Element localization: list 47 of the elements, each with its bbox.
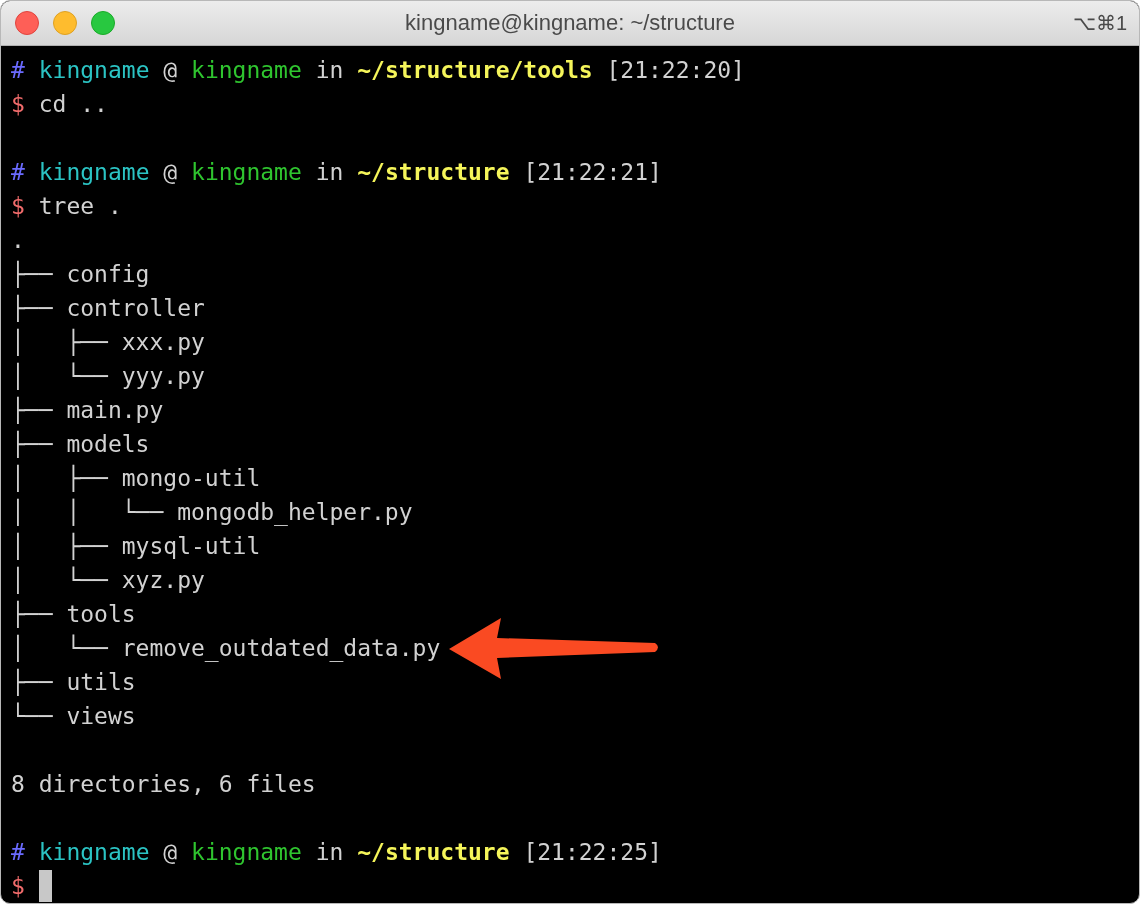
timestamp-text: [21:22:25]	[523, 838, 662, 867]
output-line: │ └── remove_outdated_data.py	[11, 633, 441, 664]
timestamp-text: [21:22:20]	[606, 56, 745, 85]
output-line: ├── utils	[11, 667, 136, 698]
hostname-text: kingname	[191, 56, 302, 85]
at-sign: @	[163, 56, 178, 85]
timestamp-text: [21:22:21]	[523, 158, 662, 187]
output-line: ├── models	[11, 429, 150, 460]
window-title: kingname@kingname: ~/structure	[405, 10, 735, 36]
output-line: ├── main.py	[11, 395, 164, 426]
output-line: │ └── xyz.py	[11, 565, 205, 596]
output-line: │ ├── xxx.py	[11, 327, 205, 358]
output-line: │ ├── mongo-util	[11, 463, 261, 494]
minimize-button[interactable]	[53, 11, 77, 35]
in-text: in	[315, 838, 344, 867]
command-text: tree .	[38, 192, 122, 221]
output-line: │ ├── mysql-util	[11, 531, 261, 562]
output-line: .	[11, 226, 25, 255]
path-text: ~/structure	[357, 838, 510, 867]
prompt-hash: #	[11, 838, 25, 867]
hostname-text: kingname	[191, 838, 302, 867]
dollar-sign: $	[11, 192, 25, 221]
output-line: ├── config	[11, 259, 150, 290]
username-text: kingname	[38, 838, 150, 867]
close-button[interactable]	[15, 11, 39, 35]
at-sign: @	[163, 158, 178, 187]
dollar-sign: $	[11, 90, 25, 119]
shortcut-text: ⌥⌘1	[1072, 11, 1127, 35]
output-line: │ └── yyy.py	[11, 361, 205, 392]
dollar-sign: $	[11, 872, 25, 901]
prompt-hash: #	[11, 158, 25, 187]
in-text: in	[315, 158, 344, 187]
username-text: kingname	[38, 56, 150, 85]
output-line: ├── controller	[11, 293, 205, 324]
output-line: │ │ └── mongodb_helper.py	[11, 497, 413, 528]
path-text: ~/structure/tools	[357, 56, 593, 85]
at-sign: @	[163, 838, 178, 867]
username-text: kingname	[38, 158, 150, 187]
command-text: cd ..	[38, 90, 108, 119]
output-line: ├── tools	[11, 599, 136, 630]
output-line: └── views	[11, 701, 136, 731]
hostname-text: kingname	[191, 158, 302, 187]
in-text: in	[315, 56, 344, 85]
zoom-button[interactable]	[91, 11, 115, 35]
path-text: ~/structure	[357, 158, 510, 187]
output-line: 8 directories, 6 files	[11, 770, 316, 799]
prompt-hash: #	[11, 56, 25, 85]
